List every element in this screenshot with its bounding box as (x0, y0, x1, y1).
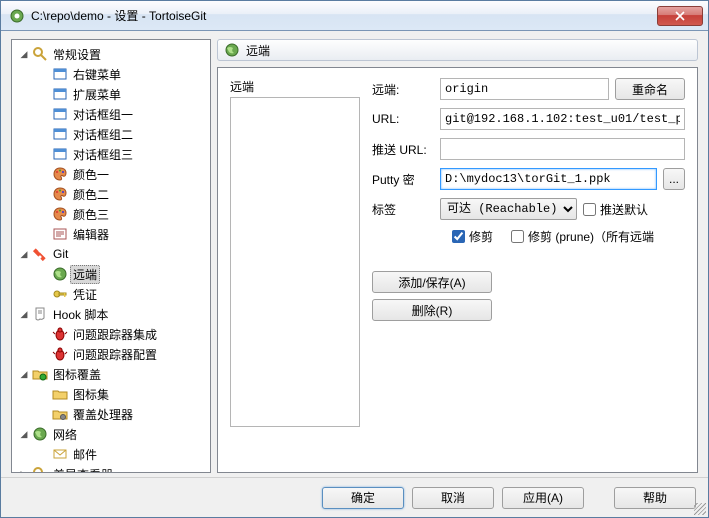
globe-icon (52, 266, 68, 282)
browse-button[interactable]: ... (663, 168, 685, 190)
tree-context-menu[interactable]: 右键菜单 (34, 64, 208, 84)
apply-button[interactable]: 应用(A) (502, 487, 584, 509)
window-icon (52, 86, 68, 102)
url-label: URL: (372, 112, 434, 126)
collapse-icon[interactable]: ◢ (18, 49, 30, 60)
add-save-button[interactable]: 添加/保存(A) (372, 271, 492, 293)
url-input[interactable] (440, 108, 685, 130)
push-url-label: 推送 URL: (372, 141, 434, 158)
tree-dlg1[interactable]: 对话框组一 (34, 104, 208, 124)
tree-general[interactable]: ◢ 常规设置 (14, 44, 208, 64)
titlebar: C:\repo\demo - 设置 - TortoiseGit (1, 1, 708, 31)
window-title: C:\repo\demo - 设置 - TortoiseGit (31, 7, 657, 24)
globe-icon (32, 426, 48, 442)
tree-dlg2[interactable]: 对话框组二 (34, 124, 208, 144)
remote-listbox[interactable] (230, 97, 360, 427)
bug-icon (52, 346, 68, 362)
folder-gear-icon (52, 406, 68, 422)
magnifier-icon (32, 466, 48, 473)
magnifier-icon (32, 46, 48, 62)
close-button[interactable] (657, 6, 703, 26)
settings-tree[interactable]: ◢ 常规设置 右键菜单 扩展菜单 对话框组一 对话框组二 对话框组三 颜色一 颜… (11, 39, 211, 473)
bug-icon (52, 326, 68, 342)
tree-handlers[interactable]: 覆盖处理器 (34, 404, 208, 424)
tree-mail[interactable]: 邮件 (34, 444, 208, 464)
palette-icon (52, 186, 68, 202)
tree-diff[interactable]: ▷ 差异查看器 (14, 464, 208, 473)
tree-dlg3[interactable]: 对话框组三 (34, 144, 208, 164)
remote-panel: 远端 远端: 重命名 URL: (217, 67, 698, 473)
tree-network[interactable]: ◢ 网络 (14, 424, 208, 444)
tree-issue-config[interactable]: 问题跟踪器配置 (34, 344, 208, 364)
putty-label: Putty 密 (372, 171, 434, 188)
push-url-input[interactable] (440, 138, 685, 160)
window-icon (52, 66, 68, 82)
mail-icon (52, 446, 68, 462)
expand-icon[interactable]: ▷ (18, 469, 30, 474)
collapse-icon[interactable]: ◢ (18, 309, 30, 320)
globe-icon (224, 42, 240, 58)
remote-input[interactable] (440, 78, 609, 100)
app-icon (9, 8, 25, 24)
section-header: 远端 (217, 39, 698, 61)
editor-icon (52, 226, 68, 242)
tree-hook[interactable]: ◢ Hook 脚本 (14, 304, 208, 324)
help-button[interactable]: 帮助 (614, 487, 696, 509)
window-icon (52, 106, 68, 122)
tags-label: 标签 (372, 201, 434, 218)
cancel-button[interactable]: 取消 (412, 487, 494, 509)
key-icon (52, 286, 68, 302)
folder-icon (52, 386, 68, 402)
tree-credential[interactable]: 凭证 (34, 284, 208, 304)
tree-color3[interactable]: 颜色三 (34, 204, 208, 224)
remote-list-label: 远端 (230, 78, 360, 95)
section-title: 远端 (246, 42, 270, 59)
delete-button[interactable]: 删除(R) (372, 299, 492, 321)
tree-editor[interactable]: 编辑器 (34, 224, 208, 244)
tree-iconset[interactable]: 图标集 (34, 384, 208, 404)
tree-remote[interactable]: 远端 (34, 264, 208, 284)
tree-issue-integration[interactable]: 问题跟踪器集成 (34, 324, 208, 344)
collapse-icon[interactable]: ◢ (18, 369, 30, 380)
collapse-icon[interactable]: ◢ (18, 249, 30, 260)
dialog-footer: 确定 取消 应用(A) 帮助 (1, 477, 708, 517)
prune-all-checkbox[interactable]: 修剪 (prune)（所有远端 (511, 228, 654, 245)
tree-color2[interactable]: 颜色二 (34, 184, 208, 204)
push-default-checkbox[interactable]: 推送默认 (583, 201, 648, 218)
remote-label: 远端: (372, 81, 434, 98)
palette-icon (52, 206, 68, 222)
window-icon (52, 126, 68, 142)
tree-overlay[interactable]: ◢ 图标覆盖 (14, 364, 208, 384)
folder-overlay-icon (32, 366, 48, 382)
palette-icon (52, 166, 68, 182)
resize-grip[interactable] (694, 503, 706, 515)
tree-git[interactable]: ◢ Git (14, 244, 208, 264)
window-icon (52, 146, 68, 162)
tags-combo[interactable]: 可达 (Reachable) (440, 198, 577, 220)
tree-ext-menu[interactable]: 扩展菜单 (34, 84, 208, 104)
rename-button[interactable]: 重命名 (615, 78, 685, 100)
script-icon (32, 306, 48, 322)
settings-window: C:\repo\demo - 设置 - TortoiseGit ◢ 常规设置 右… (0, 0, 709, 518)
prune-checkbox[interactable]: 修剪 (452, 228, 493, 245)
tree-color1[interactable]: 颜色一 (34, 164, 208, 184)
putty-key-input[interactable] (440, 168, 657, 190)
git-icon (32, 246, 48, 262)
ok-button[interactable]: 确定 (322, 487, 404, 509)
collapse-icon[interactable]: ◢ (18, 429, 30, 440)
